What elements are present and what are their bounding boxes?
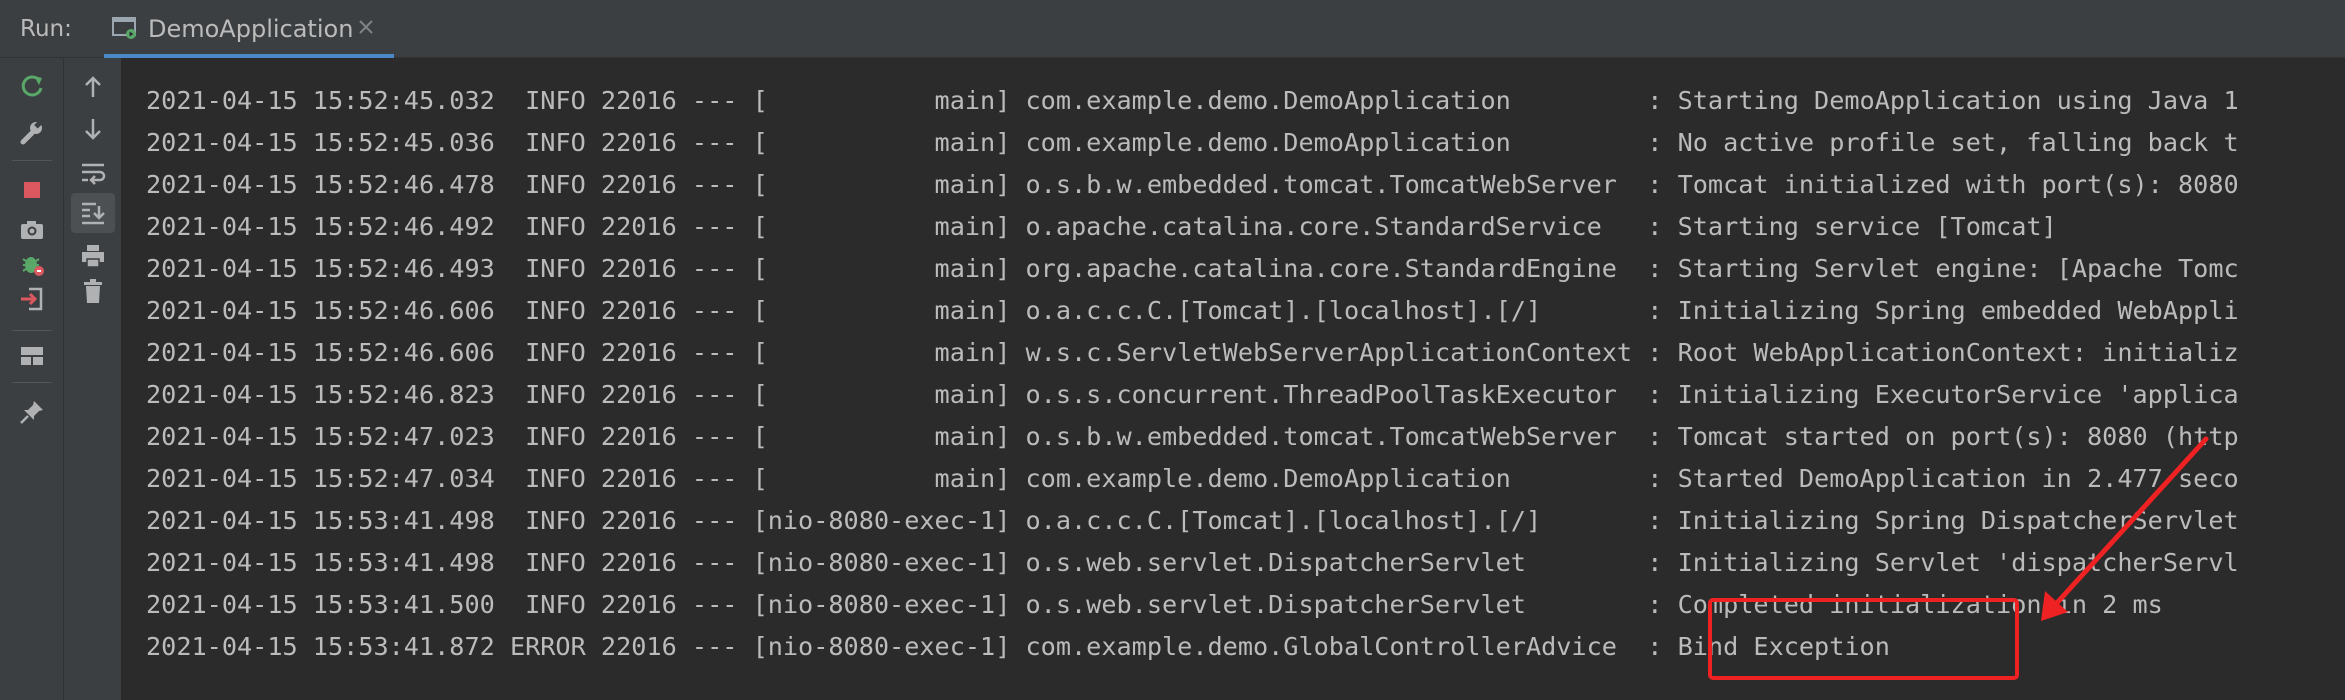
annotation-highlight-box [1708, 598, 2019, 680]
arrow-up-icon [85, 76, 101, 97]
rerun-icon [21, 75, 43, 97]
stop-icon [24, 182, 40, 198]
log-line: 2021-04-15 15:52:47.034 INFO 22016 --- [… [146, 464, 2239, 493]
pin-tab-button[interactable] [13, 393, 51, 431]
trash-icon [84, 279, 102, 303]
debug-button[interactable] [13, 245, 51, 283]
soft-wrap-icon [82, 163, 106, 185]
stop-button[interactable] [13, 171, 51, 209]
print-button[interactable] [74, 237, 112, 275]
next-occurrence-button[interactable] [74, 110, 112, 148]
log-line: 2021-04-15 15:52:46.823 INFO 22016 --- [… [146, 380, 2239, 409]
log-line: 2021-04-15 15:52:46.606 INFO 22016 --- [… [146, 296, 2239, 325]
log-line: 2021-04-15 15:52:46.478 INFO 22016 --- [… [146, 170, 2239, 199]
exit-button[interactable] [13, 280, 51, 318]
restore-layout-button[interactable] [13, 337, 51, 375]
exit-icon [21, 287, 43, 311]
application-icon [112, 16, 138, 40]
log-line: 2021-04-15 15:53:41.498 INFO 22016 --- [… [146, 506, 2239, 535]
print-icon [82, 245, 104, 268]
arrow-down-icon [85, 119, 101, 140]
camera-icon [21, 221, 43, 239]
dump-threads-button[interactable] [13, 211, 51, 249]
log-line: 2021-04-15 15:52:47.023 INFO 22016 --- [… [146, 422, 2239, 451]
scroll-to-end-icon [82, 202, 105, 225]
log-line: 2021-04-15 15:52:46.606 INFO 22016 --- [… [146, 338, 2239, 367]
tab-label: DemoApplication [148, 15, 354, 43]
pin-icon [20, 401, 43, 424]
console-actions-toolbar [64, 58, 122, 700]
debug-icon [22, 257, 44, 276]
log-line: 2021-04-15 15:52:46.492 INFO 22016 --- [… [146, 212, 2057, 241]
run-label: Run: [20, 16, 72, 42]
log-line: 2021-04-15 15:52:46.493 INFO 22016 --- [… [146, 254, 2239, 283]
run-tool-window-header: Run: DemoApplication [0, 0, 2345, 58]
tab-demo-application[interactable]: DemoApplication [104, 0, 394, 58]
log-line: 2021-04-15 15:52:45.032 INFO 22016 --- [… [146, 86, 2239, 115]
run-actions-toolbar [0, 58, 64, 700]
wrench-icon [20, 120, 42, 145]
rerun-button[interactable] [13, 68, 51, 106]
clear-all-button[interactable] [74, 272, 112, 310]
scroll-to-end-button[interactable] [71, 193, 115, 233]
previous-occurrence-button[interactable] [74, 68, 112, 106]
soft-wrap-button[interactable] [74, 153, 112, 191]
layout-icon [21, 347, 43, 365]
settings-button[interactable] [13, 113, 51, 151]
close-icon[interactable] [356, 17, 376, 37]
log-line-error: 2021-04-15 15:53:41.872 ERROR 22016 --- … [146, 632, 1890, 661]
log-line: 2021-04-15 15:52:45.036 INFO 22016 --- [… [146, 128, 2239, 157]
log-line: 2021-04-15 15:53:41.498 INFO 22016 --- [… [146, 548, 2239, 577]
